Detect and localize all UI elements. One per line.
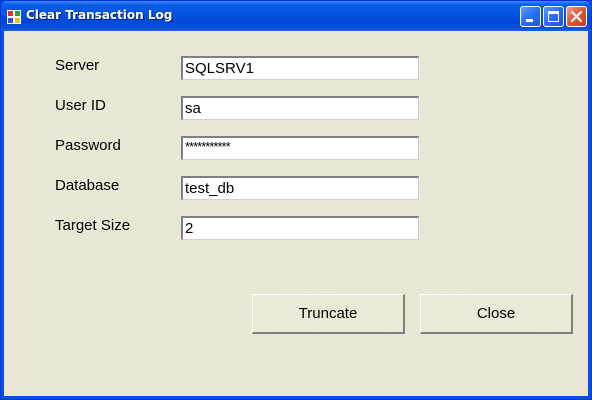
server-label: Server <box>55 57 100 74</box>
server-field[interactable]: SQLSRV1 <box>181 56 419 80</box>
database-label: Database <box>55 177 120 194</box>
database-field[interactable]: test_db <box>181 176 419 200</box>
close-window-button[interactable] <box>566 6 587 27</box>
user-id-label: User ID <box>55 97 106 114</box>
app-window: Clear Transaction Log Server SQLSRV1 Use… <box>0 0 592 400</box>
app-window-icon[interactable] <box>7 9 21 24</box>
maximize-icon <box>548 11 559 22</box>
target-size-field[interactable]: 2 <box>181 216 419 240</box>
target-size-label: Target Size <box>55 217 131 234</box>
window-title: Clear Transaction Log <box>26 8 173 22</box>
minimize-button[interactable] <box>520 6 541 27</box>
form-client-area: Server SQLSRV1 User ID sa Password *****… <box>4 31 588 396</box>
truncate-button[interactable]: Truncate <box>252 294 405 334</box>
title-bar[interactable]: Clear Transaction Log <box>1 1 591 31</box>
close-button[interactable]: Close <box>420 294 573 334</box>
maximize-button[interactable] <box>543 6 564 27</box>
minimize-icon <box>526 19 533 22</box>
user-id-field[interactable]: sa <box>181 96 419 120</box>
password-label: Password <box>55 137 121 154</box>
password-field[interactable]: *********** <box>181 136 419 160</box>
close-icon <box>570 10 583 23</box>
